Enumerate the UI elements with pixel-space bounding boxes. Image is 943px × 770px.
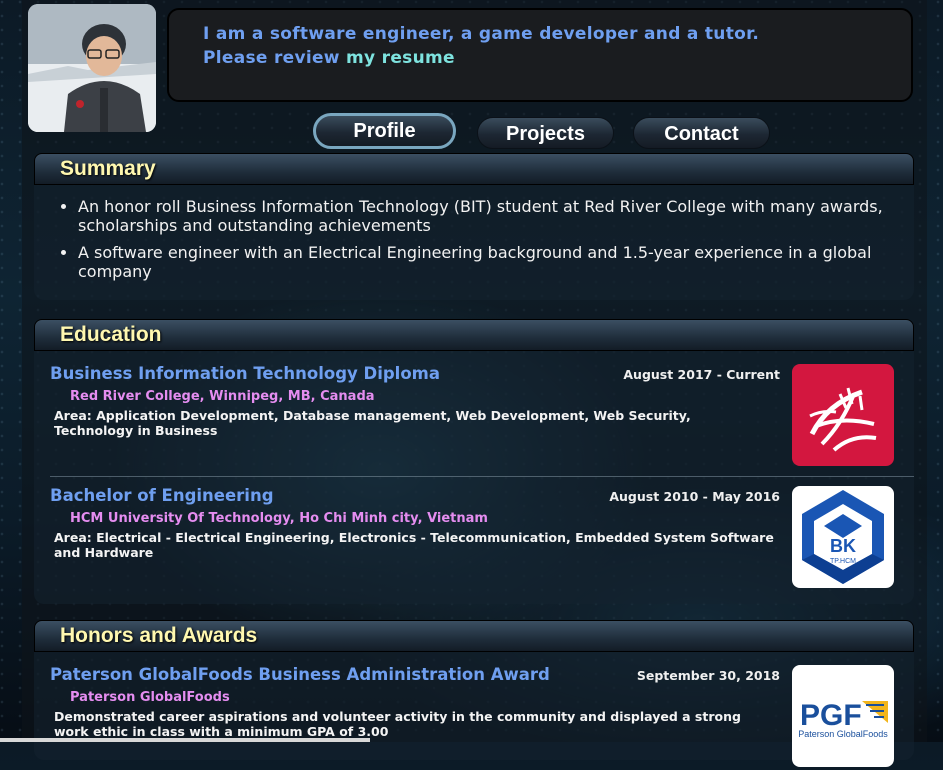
pgf-logo-subtext: Paterson GlobalFoods <box>798 729 888 739</box>
nav-tab-contact[interactable]: Contact <box>633 117 770 149</box>
bio-line-1: I am a software engineer, a game develop… <box>203 24 760 44</box>
education-entry: Bachelor of Engineering August 2010 - Ma… <box>50 486 904 591</box>
honors-heading: Honors and Awards <box>34 620 914 652</box>
nav-tab-profile[interactable]: Profile <box>313 113 456 149</box>
bio-line-2: Please review my resume <box>203 48 911 68</box>
education-section: Education Business Information Technolog… <box>34 319 914 604</box>
pgf-logo-text: PGF <box>800 699 862 732</box>
bio-panel: I am a software engineer, a game develop… <box>167 8 913 102</box>
red-river-college-logo <box>792 364 894 466</box>
entry-date: August 2017 - Current <box>623 367 780 382</box>
entry-org: Red River College, Winnipeg, MB, Canada <box>70 389 375 404</box>
education-entry: Business Information Technology Diploma … <box>50 364 904 469</box>
summary-list: An honor roll Business Information Techn… <box>34 197 914 281</box>
entry-desc: Area: Electrical - Electrical Engineerin… <box>54 530 774 560</box>
nav-tab-projects[interactable]: Projects <box>477 117 614 149</box>
entry-org: HCM University Of Technology, Ho Chi Min… <box>70 511 488 526</box>
entry-date: August 2010 - May 2016 <box>609 489 780 504</box>
entry-title: Bachelor of Engineering <box>50 486 274 505</box>
entry-title: Paterson GlobalFoods Business Administra… <box>50 665 550 684</box>
honors-entry: Paterson GlobalFoods Business Administra… <box>50 665 904 770</box>
resume-link[interactable]: my resume <box>346 48 455 68</box>
bk-logo-subtext: TP.HCM <box>830 558 856 565</box>
summary-section: Summary An honor roll Business Informati… <box>34 153 914 300</box>
education-heading: Education <box>34 319 914 351</box>
bk-logo-text: BK <box>830 536 856 556</box>
entry-title: Business Information Technology Diploma <box>50 364 441 383</box>
summary-item: An honor roll Business Information Techn… <box>78 197 894 235</box>
entry-desc: Demonstrated career aspirations and volu… <box>54 709 741 739</box>
summary-item: A software engineer with an Electrical E… <box>78 243 894 281</box>
hcmut-bk-logo: BK TP.HCM <box>792 486 894 588</box>
avatar <box>28 4 156 132</box>
horizontal-scrollbar[interactable] <box>0 738 370 742</box>
summary-heading: Summary <box>34 153 914 185</box>
bio-line-2-text: Please review <box>203 48 347 68</box>
entry-date: September 30, 2018 <box>636 668 780 683</box>
entry-desc: Area: Application Development, Database … <box>54 408 691 438</box>
entry-org: Paterson GlobalFoods <box>70 690 230 705</box>
entry-divider <box>50 476 914 477</box>
paterson-globalfoods-logo: PGF Paterson GlobalFoods <box>792 665 894 767</box>
